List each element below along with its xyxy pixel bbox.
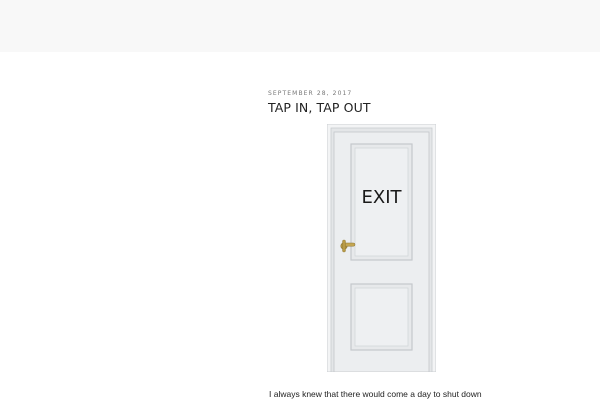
post-excerpt: I always knew that there would come a da…	[269, 389, 482, 399]
site-header-bar	[0, 0, 600, 52]
post-date[interactable]: SEPTEMBER 28, 2017	[268, 90, 588, 98]
featured-image-door[interactable]: EXIT	[327, 124, 436, 372]
door-lower-panel-inset	[354, 287, 409, 347]
post-title[interactable]: TAP IN, TAP OUT	[268, 100, 588, 116]
post-title-link[interactable]: TAP IN, TAP OUT	[268, 100, 371, 115]
exit-sign: EXIT	[361, 187, 402, 208]
blog-post: SEPTEMBER 28, 2017 TAP IN, TAP OUT	[268, 90, 588, 116]
